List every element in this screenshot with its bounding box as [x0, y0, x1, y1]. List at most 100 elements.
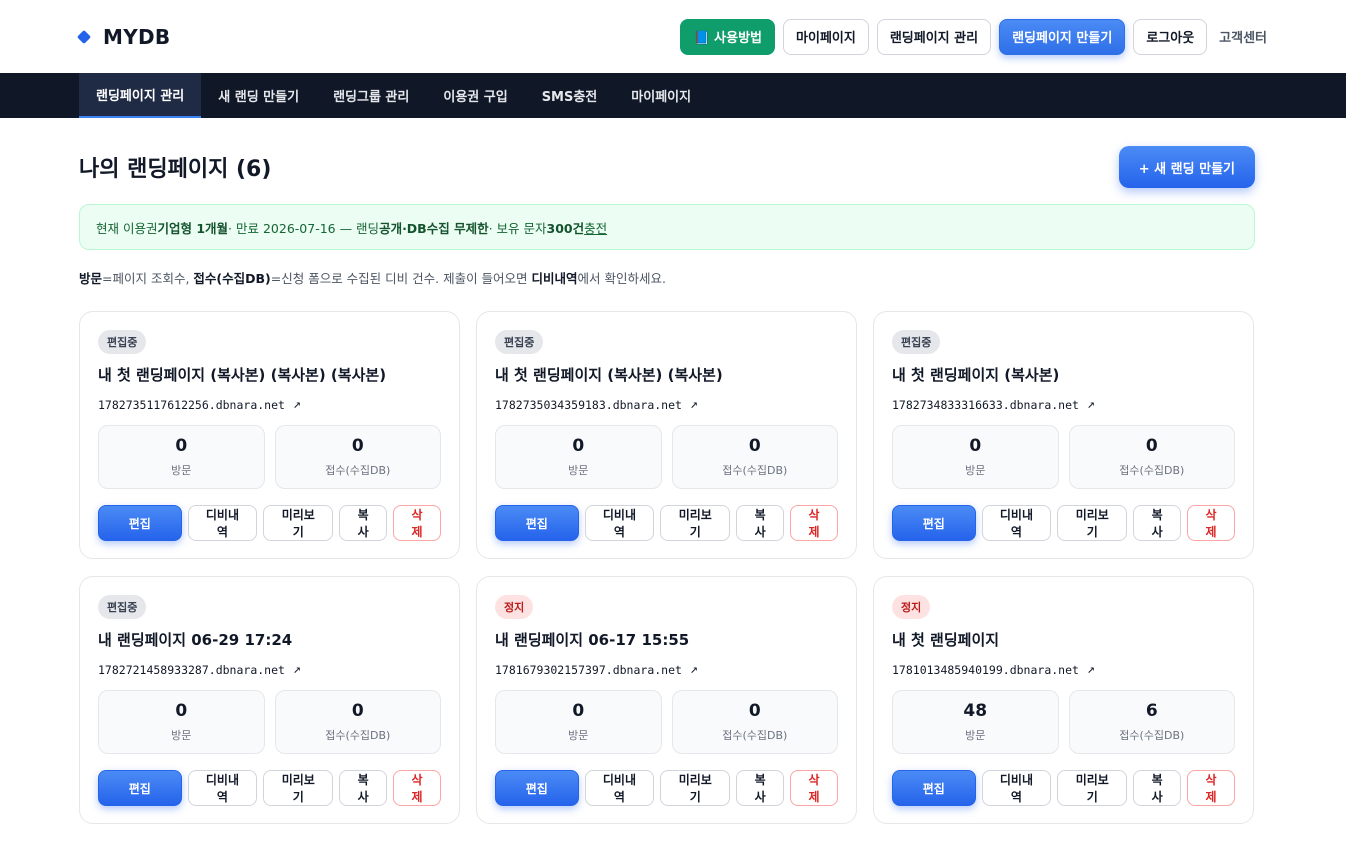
preview-button[interactable]: 미리보기	[1057, 505, 1128, 541]
delete-button[interactable]: 삭제	[393, 770, 441, 806]
submissions-label: 접수(수집DB)	[1119, 464, 1185, 477]
guide-button[interactable]: 📘 사용방법	[680, 18, 776, 55]
edit-button[interactable]: 편집	[98, 770, 182, 806]
main-content: 나의 랜딩페이지 (6) + 새 랜딩 만들기 현재 이용권 기업형 1개월 ·…	[0, 146, 1346, 824]
visits-stat: 0 방문	[892, 425, 1059, 489]
copy-button[interactable]: 복사	[339, 505, 388, 541]
db-list-button[interactable]: 디비내역	[187, 770, 258, 806]
url-text[interactable]: 1782734833316633.dbnara.net	[892, 398, 1079, 412]
landing-limit: 공개·DB수집 무제한	[379, 220, 489, 236]
external-link-icon[interactable]: ↗	[1087, 662, 1095, 677]
card-url[interactable]: 1782735034359183.dbnara.net ↗	[495, 397, 838, 412]
submissions-count: 0	[351, 701, 364, 721]
page-title: 나의 랜딩페이지 (6)	[79, 157, 272, 182]
db-list-button[interactable]: 디비내역	[187, 505, 258, 541]
landing-card: 편집중 내 첫 랜딩페이지 (복사본) 1782734833316633.dbn…	[873, 311, 1254, 559]
url-text[interactable]: 1782735034359183.dbnara.net	[495, 398, 682, 412]
logout-button[interactable]: 로그아웃	[1133, 18, 1208, 55]
copy-button[interactable]: 복사	[736, 770, 785, 806]
delete-button[interactable]: 삭제	[790, 505, 838, 541]
nav-item-sms[interactable]: SMS충전	[525, 73, 615, 118]
preview-button[interactable]: 미리보기	[263, 505, 334, 541]
delete-button[interactable]: 삭제	[1187, 505, 1235, 541]
card-actions: 편집 디비내역 미리보기 복사 삭제	[495, 505, 838, 541]
support-link[interactable]: 고객센터	[1219, 27, 1267, 46]
plan-notice: 현재 이용권 기업형 1개월 · 만료 2026-07-16 — 랜딩 공개·D…	[79, 204, 1255, 250]
card-url[interactable]: 1782735117612256.dbnara.net ↗	[98, 397, 441, 412]
db-list-button[interactable]: 디비내역	[981, 505, 1052, 541]
preview-button[interactable]: 미리보기	[263, 770, 334, 806]
nav-item-landing-manage[interactable]: 랜딩페이지 관리	[79, 73, 202, 118]
db-list-button[interactable]: 디비내역	[981, 770, 1052, 806]
nav-item-purchase[interactable]: 이용권 구입	[426, 73, 524, 118]
submissions-stat: 0 접수(수집DB)	[274, 690, 441, 754]
status-badge: 정지	[892, 595, 931, 619]
card-url[interactable]: 1781013485940199.dbnara.net ↗	[892, 662, 1235, 677]
main-nav: 랜딩페이지 관리 새 랜딩 만들기 랜딩그룹 관리 이용권 구입 SMS충전 마…	[0, 73, 1346, 118]
brand-logo[interactable]: MYDB	[76, 24, 171, 49]
card-stats: 48 방문 6 접수(수집DB)	[892, 690, 1235, 754]
plan-name: 기업형 1개월	[157, 220, 229, 236]
copy-button[interactable]: 복사	[339, 770, 388, 806]
preview-button[interactable]: 미리보기	[660, 770, 731, 806]
header-actions: 📘 사용방법 마이페이지 랜딩페이지 관리 랜딩페이지 만들기 로그아웃 고객센…	[680, 18, 1267, 55]
external-link-icon[interactable]: ↗	[1087, 397, 1095, 412]
db-list-button[interactable]: 디비내역	[584, 505, 655, 541]
external-link-icon[interactable]: ↗	[293, 662, 301, 677]
card-actions: 편집 디비내역 미리보기 복사 삭제	[98, 770, 441, 806]
visits-stat: 0 방문	[495, 425, 662, 489]
landing-card: 편집중 내 첫 랜딩페이지 (복사본) (복사본) (복사본) 17827351…	[79, 311, 460, 559]
card-title: 내 랜딩페이지 06-17 15:55	[495, 631, 690, 649]
submissions-count: 0	[1145, 436, 1158, 456]
edit-button[interactable]: 편집	[892, 770, 976, 806]
nav-item-new-landing[interactable]: 새 랜딩 만들기	[201, 73, 316, 118]
external-link-icon[interactable]: ↗	[690, 397, 698, 412]
brand-name: MYDB	[103, 24, 171, 49]
landing-card: 편집중 내 랜딩페이지 06-29 17:24 1782721458933287…	[79, 576, 460, 824]
card-title: 내 첫 랜딩페이지 (복사본) (복사본) (복사본)	[98, 366, 387, 384]
legend-text: =신청 폼으로 수집된 디비 건수. 제출이 들어오면	[270, 271, 532, 286]
card-title: 내 첫 랜딩페이지 (복사본) (복사본)	[495, 366, 723, 384]
notice-text: · 보유 문자	[488, 220, 547, 236]
charge-link[interactable]: 충전	[584, 218, 607, 237]
external-link-icon[interactable]: ↗	[690, 662, 698, 677]
card-url[interactable]: 1781679302157397.dbnara.net ↗	[495, 662, 838, 677]
card-url[interactable]: 1782734833316633.dbnara.net ↗	[892, 397, 1235, 412]
delete-button[interactable]: 삭제	[1187, 770, 1235, 806]
card-url[interactable]: 1782721458933287.dbnara.net ↗	[98, 662, 441, 677]
card-stats: 0 방문 0 접수(수집DB)	[495, 425, 838, 489]
status-badge: 편집중	[98, 595, 147, 619]
mypage-button[interactable]: 마이페이지	[783, 18, 869, 55]
copy-button[interactable]: 복사	[1133, 505, 1182, 541]
card-stats: 0 방문 0 접수(수집DB)	[892, 425, 1235, 489]
manage-landing-button[interactable]: 랜딩페이지 관리	[876, 18, 992, 55]
visits-label: 방문	[965, 729, 986, 742]
edit-button[interactable]: 편집	[495, 770, 579, 806]
visits-label: 방문	[965, 464, 986, 477]
delete-button[interactable]: 삭제	[393, 505, 441, 541]
url-text[interactable]: 1782721458933287.dbnara.net	[98, 663, 285, 677]
edit-button[interactable]: 편집	[495, 505, 579, 541]
url-text[interactable]: 1781679302157397.dbnara.net	[495, 663, 682, 677]
legend-key: 디비내역	[531, 271, 578, 286]
submissions-label: 접수(수집DB)	[1119, 729, 1185, 742]
card-stats: 0 방문 0 접수(수집DB)	[98, 690, 441, 754]
new-landing-button[interactable]: + 새 랜딩 만들기	[1118, 146, 1255, 188]
url-text[interactable]: 1781013485940199.dbnara.net	[892, 663, 1079, 677]
edit-button[interactable]: 편집	[892, 505, 976, 541]
copy-button[interactable]: 복사	[1133, 770, 1182, 806]
db-list-button[interactable]: 디비내역	[584, 770, 655, 806]
nav-item-landing-group[interactable]: 랜딩그룹 관리	[316, 73, 426, 118]
external-link-icon[interactable]: ↗	[293, 397, 301, 412]
edit-button[interactable]: 편집	[98, 505, 182, 541]
delete-button[interactable]: 삭제	[790, 770, 838, 806]
submissions-stat: 0 접수(수집DB)	[1068, 425, 1235, 489]
metrics-legend: 방문=페이지 조회수, 접수(수집DB)=신청 폼으로 수집된 디비 건수. 제…	[79, 268, 1255, 287]
preview-button[interactable]: 미리보기	[660, 505, 731, 541]
nav-item-mypage[interactable]: 마이페이지	[614, 73, 708, 118]
preview-button[interactable]: 미리보기	[1057, 770, 1128, 806]
submissions-label: 접수(수집DB)	[325, 464, 391, 477]
url-text[interactable]: 1782735117612256.dbnara.net	[98, 398, 285, 412]
copy-button[interactable]: 복사	[736, 505, 785, 541]
create-landing-button[interactable]: 랜딩페이지 만들기	[999, 18, 1126, 55]
